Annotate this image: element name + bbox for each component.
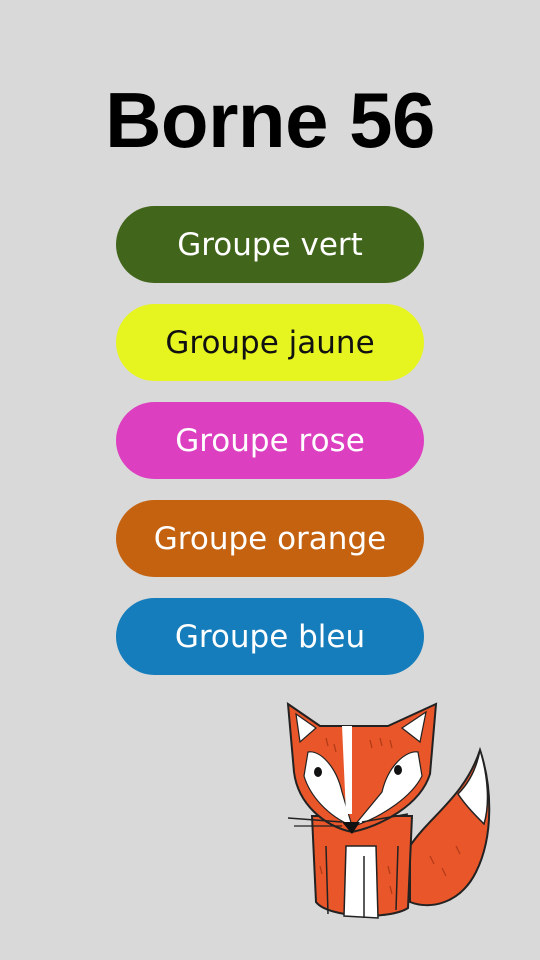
group-jaune-button[interactable]: Groupe jaune bbox=[116, 304, 424, 381]
group-button-list: Groupe vert Groupe jaune Groupe rose Gro… bbox=[116, 206, 424, 696]
group-bleu-button[interactable]: Groupe bleu bbox=[116, 598, 424, 675]
fox-eye bbox=[394, 765, 402, 775]
group-rose-button[interactable]: Groupe rose bbox=[116, 402, 424, 479]
fox-chest bbox=[343, 845, 379, 919]
fox-icon bbox=[286, 701, 491, 919]
group-vert-button[interactable]: Groupe vert bbox=[116, 206, 424, 283]
group-orange-button[interactable]: Groupe orange bbox=[116, 500, 424, 577]
page-title: Borne 56 bbox=[105, 76, 435, 164]
fox-eye bbox=[314, 767, 322, 777]
